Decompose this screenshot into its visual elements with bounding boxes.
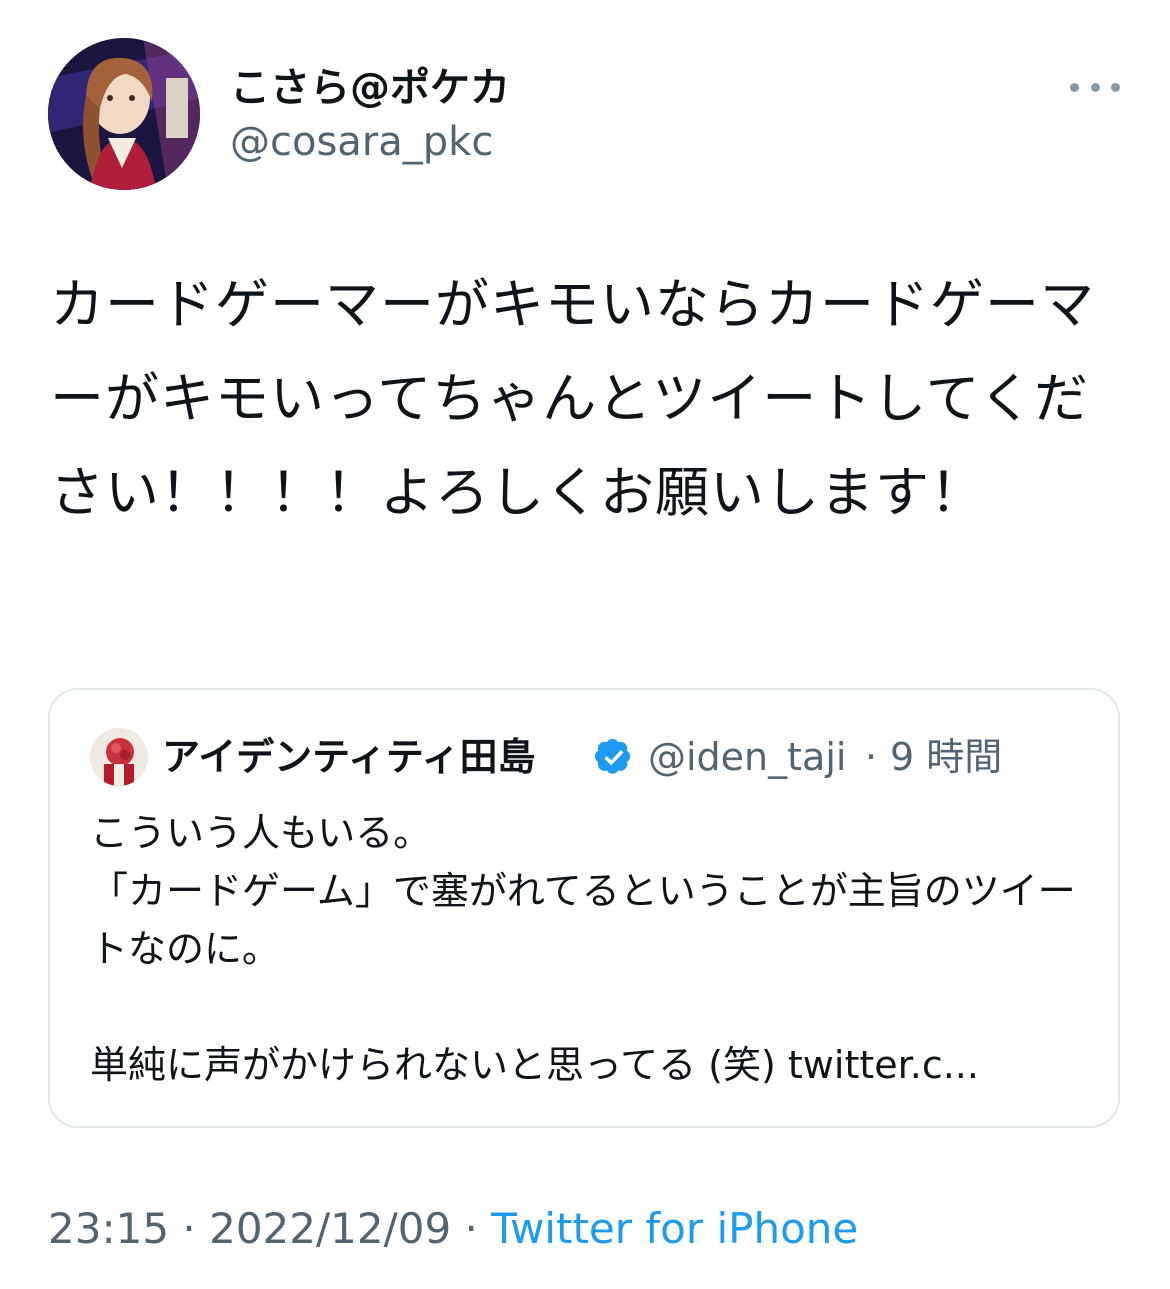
tweet-date: 2022/12/09: [209, 1204, 452, 1253]
tweet-text: カードゲーマーがキモいならカードゲーマーがキモいってちゃんとツイートしてください…: [50, 273, 1095, 524]
quoted-separator: ·: [865, 735, 878, 779]
more-dots-icon: [1090, 82, 1100, 92]
author-avatar[interactable]: [48, 38, 200, 190]
author-handle[interactable]: @cosara_pkc: [230, 116, 493, 168]
quoted-tweet-text: こういう人もいる。 「カードゲーム」で塞がれてるということが主旨のツイートなのに…: [90, 811, 1076, 1087]
more-dots-icon: [1111, 82, 1120, 92]
quoted-author-avatar: [90, 728, 148, 786]
quoted-display-name: アイデンティティ田島: [162, 735, 536, 779]
meta-separator: ·: [169, 1204, 210, 1253]
tweet-meta: 23:15 · 2022/12/09 · Twitter for iPhone: [48, 1202, 858, 1256]
quoted-avatar-image: [90, 728, 148, 786]
tweet-time: 23:15: [48, 1204, 170, 1253]
more-dots-icon: [1070, 82, 1079, 92]
quoted-handle: @iden_taji: [648, 735, 847, 779]
user-avatar-image: [48, 38, 200, 190]
meta-separator: ·: [451, 1204, 492, 1253]
more-options-button[interactable]: [1070, 70, 1120, 104]
author-display-name[interactable]: こさら@ポケカ: [230, 62, 510, 114]
tweet-detail: こさら@ポケカ @cosara_pkc カードゲーマーがキモいならカードゲーマー…: [0, 0, 1170, 1289]
tweet-source-link[interactable]: Twitter for iPhone: [491, 1204, 858, 1253]
quoted-time: 9 時間: [890, 735, 1003, 779]
verified-badge-icon: [594, 738, 631, 774]
quoted-tweet-card[interactable]: アイデンティティ田島 @iden_taji · 9 時間 こういう人もいる。 「…: [48, 688, 1120, 1128]
